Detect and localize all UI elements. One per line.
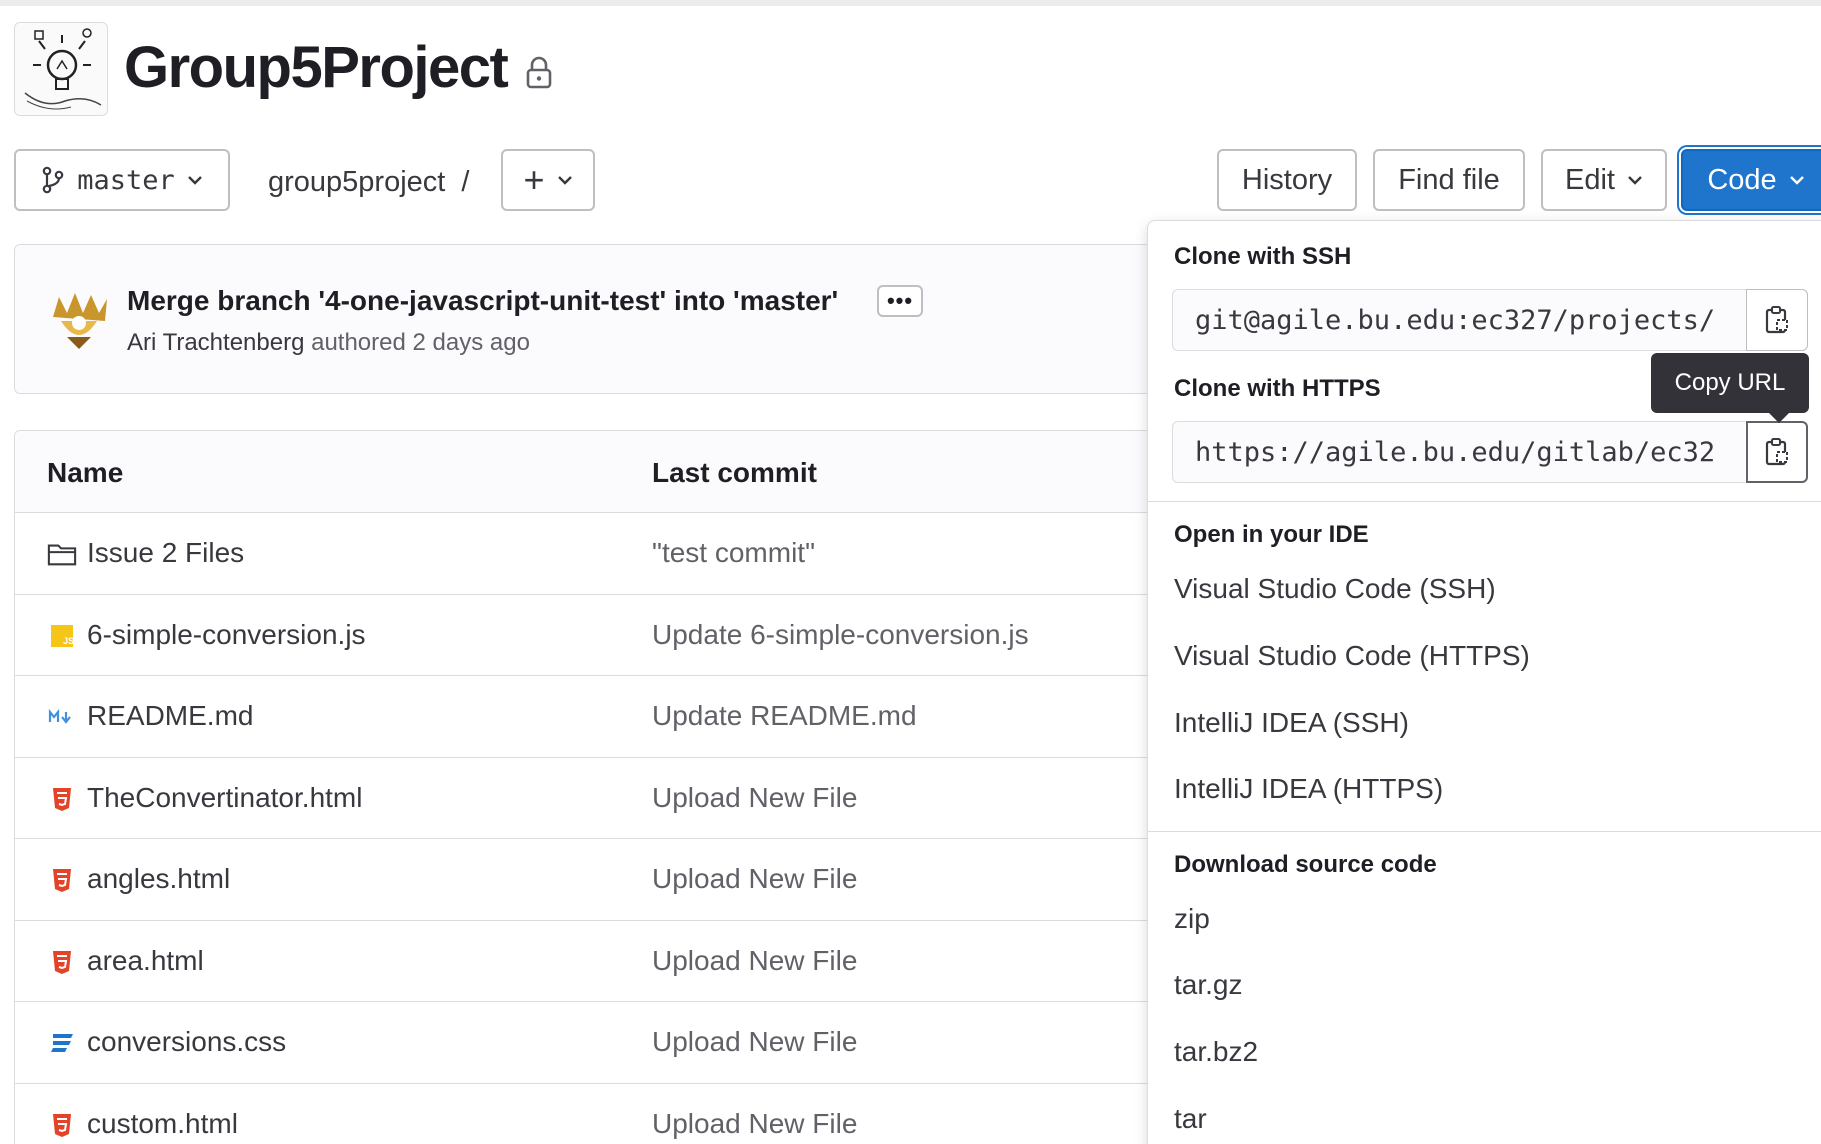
find-file-button[interactable]: Find file [1373, 149, 1525, 211]
last-commit-panel: Merge branch '4-one-javascript-unit-test… [14, 244, 1194, 394]
project-avatar[interactable] [14, 22, 108, 116]
copy-url-tooltip: Copy URL [1651, 353, 1809, 423]
file-commit-link[interactable]: Upload New File [652, 782, 857, 814]
chevron-down-icon [557, 176, 572, 185]
open-vscode-https-item[interactable]: Visual Studio Code (HTTPS) [1174, 640, 1530, 672]
open-intellij-https-item[interactable]: IntelliJ IDEA (HTTPS) [1174, 773, 1443, 805]
toggle-commit-description-button[interactable]: ••• [877, 285, 923, 317]
table-row[interactable]: conversions.css Upload New File [15, 1002, 1193, 1084]
copy-ssh-url-button[interactable] [1746, 289, 1808, 351]
file-name-link[interactable]: custom.html [87, 1108, 238, 1140]
table-row[interactable]: JS 6-simple-conversion.js Update 6-simpl… [15, 595, 1193, 676]
plus-icon: + [523, 159, 545, 200]
js-file-icon: JS [51, 624, 74, 647]
file-commit-link[interactable]: Update 6-simple-conversion.js [652, 619, 1029, 651]
file-name-link[interactable]: README.md [87, 700, 253, 732]
add-file-dropdown-button[interactable]: + [501, 149, 595, 211]
dropdown-divider [1148, 831, 1821, 832]
edit-dropdown-button[interactable]: Edit [1541, 149, 1667, 211]
table-row[interactable]: custom.html Upload New File [15, 1084, 1193, 1144]
branch-selector[interactable]: master [14, 149, 230, 211]
breadcrumb-separator: / [461, 166, 470, 198]
file-name-link[interactable]: area.html [87, 945, 204, 977]
file-commit-link[interactable]: Upload New File [652, 1026, 857, 1058]
markdown-file-icon [48, 709, 71, 724]
lightbulb-logo-icon [24, 28, 102, 110]
folder-icon [47, 544, 77, 566]
commit-author-link[interactable]: Ari Trachtenberg [127, 329, 304, 356]
chevron-down-icon [1628, 176, 1642, 185]
commit-timestamp: authored 2 days ago [311, 329, 530, 356]
file-commit-link[interactable]: Upload New File [652, 945, 857, 977]
css-file-icon [51, 1034, 73, 1052]
html-file-icon [53, 869, 71, 892]
branch-name: master [77, 164, 175, 196]
chevron-down-icon [1789, 176, 1804, 185]
file-name-link[interactable]: TheConvertinator.html [87, 782, 362, 814]
column-header-last-commit: Last commit [652, 457, 817, 488]
file-tree-table: Name Last commit Issue 2 Files "test com… [14, 430, 1194, 1144]
clone-https-heading: Clone with HTTPS [1174, 375, 1381, 402]
clipboard-icon [1765, 438, 1788, 466]
table-row[interactable]: angles.html Upload New File [15, 839, 1193, 921]
author-avatar[interactable] [45, 287, 113, 355]
open-vscode-ssh-item[interactable]: Visual Studio Code (SSH) [1174, 573, 1496, 605]
breadcrumb: group5project / [268, 166, 469, 199]
breadcrumb-project-link[interactable]: group5project [268, 166, 445, 198]
clipboard-icon [1765, 306, 1788, 334]
column-header-name: Name [47, 457, 124, 488]
chevron-down-icon [187, 176, 202, 185]
edit-button-label: Edit [1565, 163, 1615, 196]
file-name-link[interactable]: angles.html [87, 863, 230, 895]
commit-meta: Ari Trachtenberg authored 2 days ago [127, 329, 530, 357]
table-row[interactable]: README.md Update README.md [15, 676, 1193, 758]
commit-title-link[interactable]: Merge branch '4-one-javascript-unit-test… [127, 285, 838, 317]
file-commit-link[interactable]: "test commit" [652, 537, 815, 569]
file-commit-link[interactable]: Update README.md [652, 700, 917, 732]
table-row[interactable]: area.html Upload New File [15, 921, 1193, 1002]
dropdown-divider [1148, 501, 1821, 502]
history-button[interactable]: History [1217, 149, 1357, 211]
project-title: Group5Project [124, 35, 509, 100]
download-zip-item[interactable]: zip [1174, 903, 1210, 935]
file-name-link[interactable]: Issue 2 Files [87, 537, 244, 569]
table-header: Name Last commit [15, 431, 1193, 513]
clone-https-field [1172, 421, 1808, 483]
copy-https-url-button[interactable] [1746, 421, 1808, 483]
svg-text:JS: JS [63, 636, 74, 646]
html-file-icon [53, 950, 71, 974]
download-source-heading: Download source code [1174, 851, 1437, 878]
code-button-label: Code [1707, 163, 1777, 196]
html-file-icon [53, 1113, 71, 1137]
download-tarbz2-item[interactable]: tar.bz2 [1174, 1036, 1258, 1068]
clone-https-input[interactable] [1173, 422, 1745, 482]
file-commit-link[interactable]: Upload New File [652, 1108, 857, 1140]
file-commit-link[interactable]: Upload New File [652, 863, 857, 895]
html-file-icon [53, 787, 71, 811]
download-targz-item[interactable]: tar.gz [1174, 969, 1242, 1001]
lock-icon [526, 56, 552, 89]
clone-ssh-input[interactable] [1173, 290, 1745, 350]
open-in-ide-heading: Open in your IDE [1174, 521, 1369, 548]
code-dropdown-button[interactable]: Code [1681, 149, 1821, 211]
clone-ssh-heading: Clone with SSH [1174, 243, 1352, 270]
project-page: Group5Project master group5project / + Hi… [0, 6, 1821, 1144]
branch-icon [42, 166, 64, 194]
table-row[interactable]: TheConvertinator.html Upload New File [15, 758, 1193, 839]
open-intellij-ssh-item[interactable]: IntelliJ IDEA (SSH) [1174, 707, 1409, 739]
table-row[interactable]: Issue 2 Files "test commit" [15, 513, 1193, 595]
download-tar-item[interactable]: tar [1174, 1103, 1207, 1135]
file-name-link[interactable]: 6-simple-conversion.js [87, 619, 366, 651]
clone-ssh-field [1172, 289, 1808, 351]
file-name-link[interactable]: conversions.css [87, 1026, 286, 1058]
